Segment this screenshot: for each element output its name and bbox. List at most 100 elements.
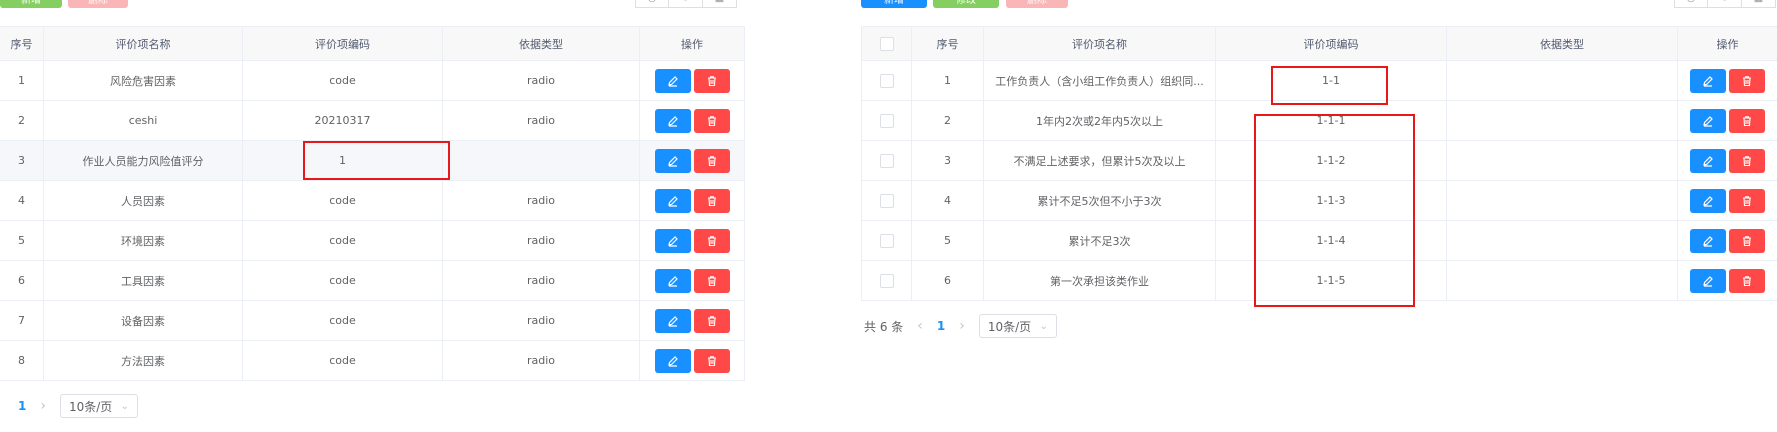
delete-row-button[interactable] — [693, 348, 730, 373]
page-number[interactable]: 1 — [937, 319, 945, 333]
table-row[interactable]: 5 累计不足3次 1-1-4 — [861, 220, 1777, 261]
delete-row-button[interactable] — [693, 228, 730, 253]
delete-row-button[interactable] — [1729, 148, 1765, 173]
edit-button[interactable]: 修改 — [933, 0, 999, 8]
col-header-code[interactable]: 评价项编码 — [1215, 26, 1447, 61]
edit-button[interactable] — [1690, 148, 1726, 173]
add-button[interactable]: 新增 — [0, 0, 62, 8]
table-row[interactable]: 5 环境因素 code radio — [0, 220, 745, 261]
edit-button[interactable] — [1690, 268, 1726, 293]
cell-actions — [1677, 60, 1777, 101]
search-icon[interactable]: ○ — [1674, 0, 1708, 8]
col-header-actions: 操作 — [639, 26, 745, 61]
edit-button[interactable] — [1690, 188, 1726, 213]
delete-row-button[interactable] — [693, 268, 730, 293]
delete-row-button[interactable] — [1729, 268, 1765, 293]
delete-row-button[interactable] — [693, 148, 730, 173]
edit-button[interactable] — [654, 348, 691, 373]
add-button[interactable]: 新增 — [861, 0, 927, 8]
prev-page-icon[interactable]: ‹ — [917, 318, 923, 334]
row-checkbox[interactable] — [861, 220, 912, 261]
cell-type: radio — [442, 260, 640, 301]
table-row[interactable]: 8 方法因素 code radio — [0, 340, 745, 381]
edit-button[interactable] — [1690, 228, 1726, 253]
cell-code: code — [242, 300, 443, 341]
refresh-icon[interactable]: ↻ — [669, 0, 703, 8]
row-checkbox[interactable] — [861, 60, 912, 101]
page-size-select[interactable]: 10条/页 ⌄ — [978, 314, 1057, 338]
col-header-type[interactable]: 依据类型 — [1446, 26, 1678, 61]
delete-row-button[interactable] — [1729, 108, 1765, 133]
table-row[interactable]: 6 工具因素 code radio — [0, 260, 745, 301]
table-row[interactable]: 6 第一次承担该类作业 1-1-5 — [861, 260, 1777, 301]
trash-icon — [707, 155, 716, 166]
table-row[interactable]: 2 ceshi 20210317 radio — [0, 100, 745, 141]
trash-icon — [1743, 75, 1751, 86]
cell-type — [1446, 260, 1678, 301]
total-count: 共 6 条 — [864, 319, 904, 334]
next-page-icon[interactable]: › — [959, 318, 965, 334]
table-row[interactable]: 4 累计不足5次但不小于3次 1-1-3 — [861, 180, 1777, 221]
delete-row-button[interactable] — [693, 68, 730, 93]
cell-no: 1 — [0, 60, 44, 101]
edit-button[interactable] — [654, 268, 691, 293]
delete-row-button[interactable] — [693, 188, 730, 213]
columns-icon[interactable]: ▦ — [703, 0, 737, 8]
cell-code: code — [242, 60, 443, 101]
delete-button[interactable]: 删除 — [1006, 0, 1068, 8]
columns-icon[interactable]: ▦ — [1742, 0, 1776, 8]
table-row[interactable]: 1 风险危害因素 code radio — [0, 60, 745, 101]
cell-type — [1446, 60, 1678, 101]
col-header-type[interactable]: 依据类型 — [442, 26, 640, 61]
edit-button[interactable] — [654, 148, 691, 173]
col-header-no[interactable]: 序号 — [0, 26, 44, 61]
left-pagination: 1 › 10条/页 ⌄ — [18, 394, 138, 418]
search-icon[interactable]: ○ — [635, 0, 669, 8]
col-header-name[interactable]: 评价项名称 — [43, 26, 243, 61]
cell-actions — [639, 180, 745, 221]
trash-icon — [707, 235, 716, 246]
delete-row-button[interactable] — [1729, 228, 1765, 253]
col-header-name[interactable]: 评价项名称 — [983, 26, 1216, 61]
delete-row-button[interactable] — [693, 108, 730, 133]
table-row[interactable]: 4 人员因素 code radio — [0, 180, 745, 221]
table-row[interactable]: 7 设备因素 code radio — [0, 300, 745, 341]
cell-no: 4 — [911, 180, 984, 221]
cell-name: ceshi — [43, 100, 243, 141]
delete-row-button[interactable] — [693, 308, 730, 333]
col-header-code[interactable]: 评价项编码 — [242, 26, 443, 61]
cell-name: 工作负责人（含小组工作负责人）组织同... — [983, 60, 1216, 101]
refresh-icon[interactable]: ↻ — [1708, 0, 1742, 8]
cell-no: 5 — [0, 220, 44, 261]
right-tool-icons: ○ ↻ ▦ — [1674, 0, 1776, 8]
delete-button[interactable]: 删除 — [68, 0, 128, 8]
select-all-checkbox[interactable] — [861, 26, 912, 61]
col-header-no[interactable]: 序号 — [911, 26, 984, 61]
edit-button[interactable] — [654, 108, 691, 133]
table-row[interactable]: 2 1年内2次或2年内5次以上 1-1-1 — [861, 100, 1777, 141]
edit-button[interactable] — [654, 308, 691, 333]
page-size-select[interactable]: 10条/页 ⌄ — [59, 394, 138, 418]
edit-button[interactable] — [1690, 68, 1726, 93]
cell-no: 8 — [0, 340, 44, 381]
edit-icon — [667, 235, 678, 247]
row-checkbox[interactable] — [861, 260, 912, 301]
delete-row-button[interactable] — [1729, 188, 1765, 213]
row-checkbox[interactable] — [861, 180, 912, 221]
edit-icon — [1703, 195, 1713, 207]
edit-button[interactable] — [654, 68, 691, 93]
table-row[interactable]: 3 不满足上述要求，但累计5次及以上 1-1-2 — [861, 140, 1777, 181]
row-checkbox[interactable] — [861, 100, 912, 141]
row-checkbox[interactable] — [861, 140, 912, 181]
table-row[interactable]: 1 工作负责人（含小组工作负责人）组织同... 1-1 — [861, 60, 1777, 101]
page-number[interactable]: 1 — [18, 399, 26, 413]
table-row[interactable]: 3 作业人员能力风险值评分 1 — [0, 140, 745, 181]
cell-no: 2 — [911, 100, 984, 141]
cell-no: 6 — [911, 260, 984, 301]
edit-button[interactable] — [654, 228, 691, 253]
edit-button[interactable] — [654, 188, 691, 213]
edit-button[interactable] — [1690, 108, 1726, 133]
cell-name: 作业人员能力风险值评分 — [43, 140, 243, 181]
next-page-icon[interactable]: › — [40, 398, 46, 414]
delete-row-button[interactable] — [1729, 68, 1765, 93]
